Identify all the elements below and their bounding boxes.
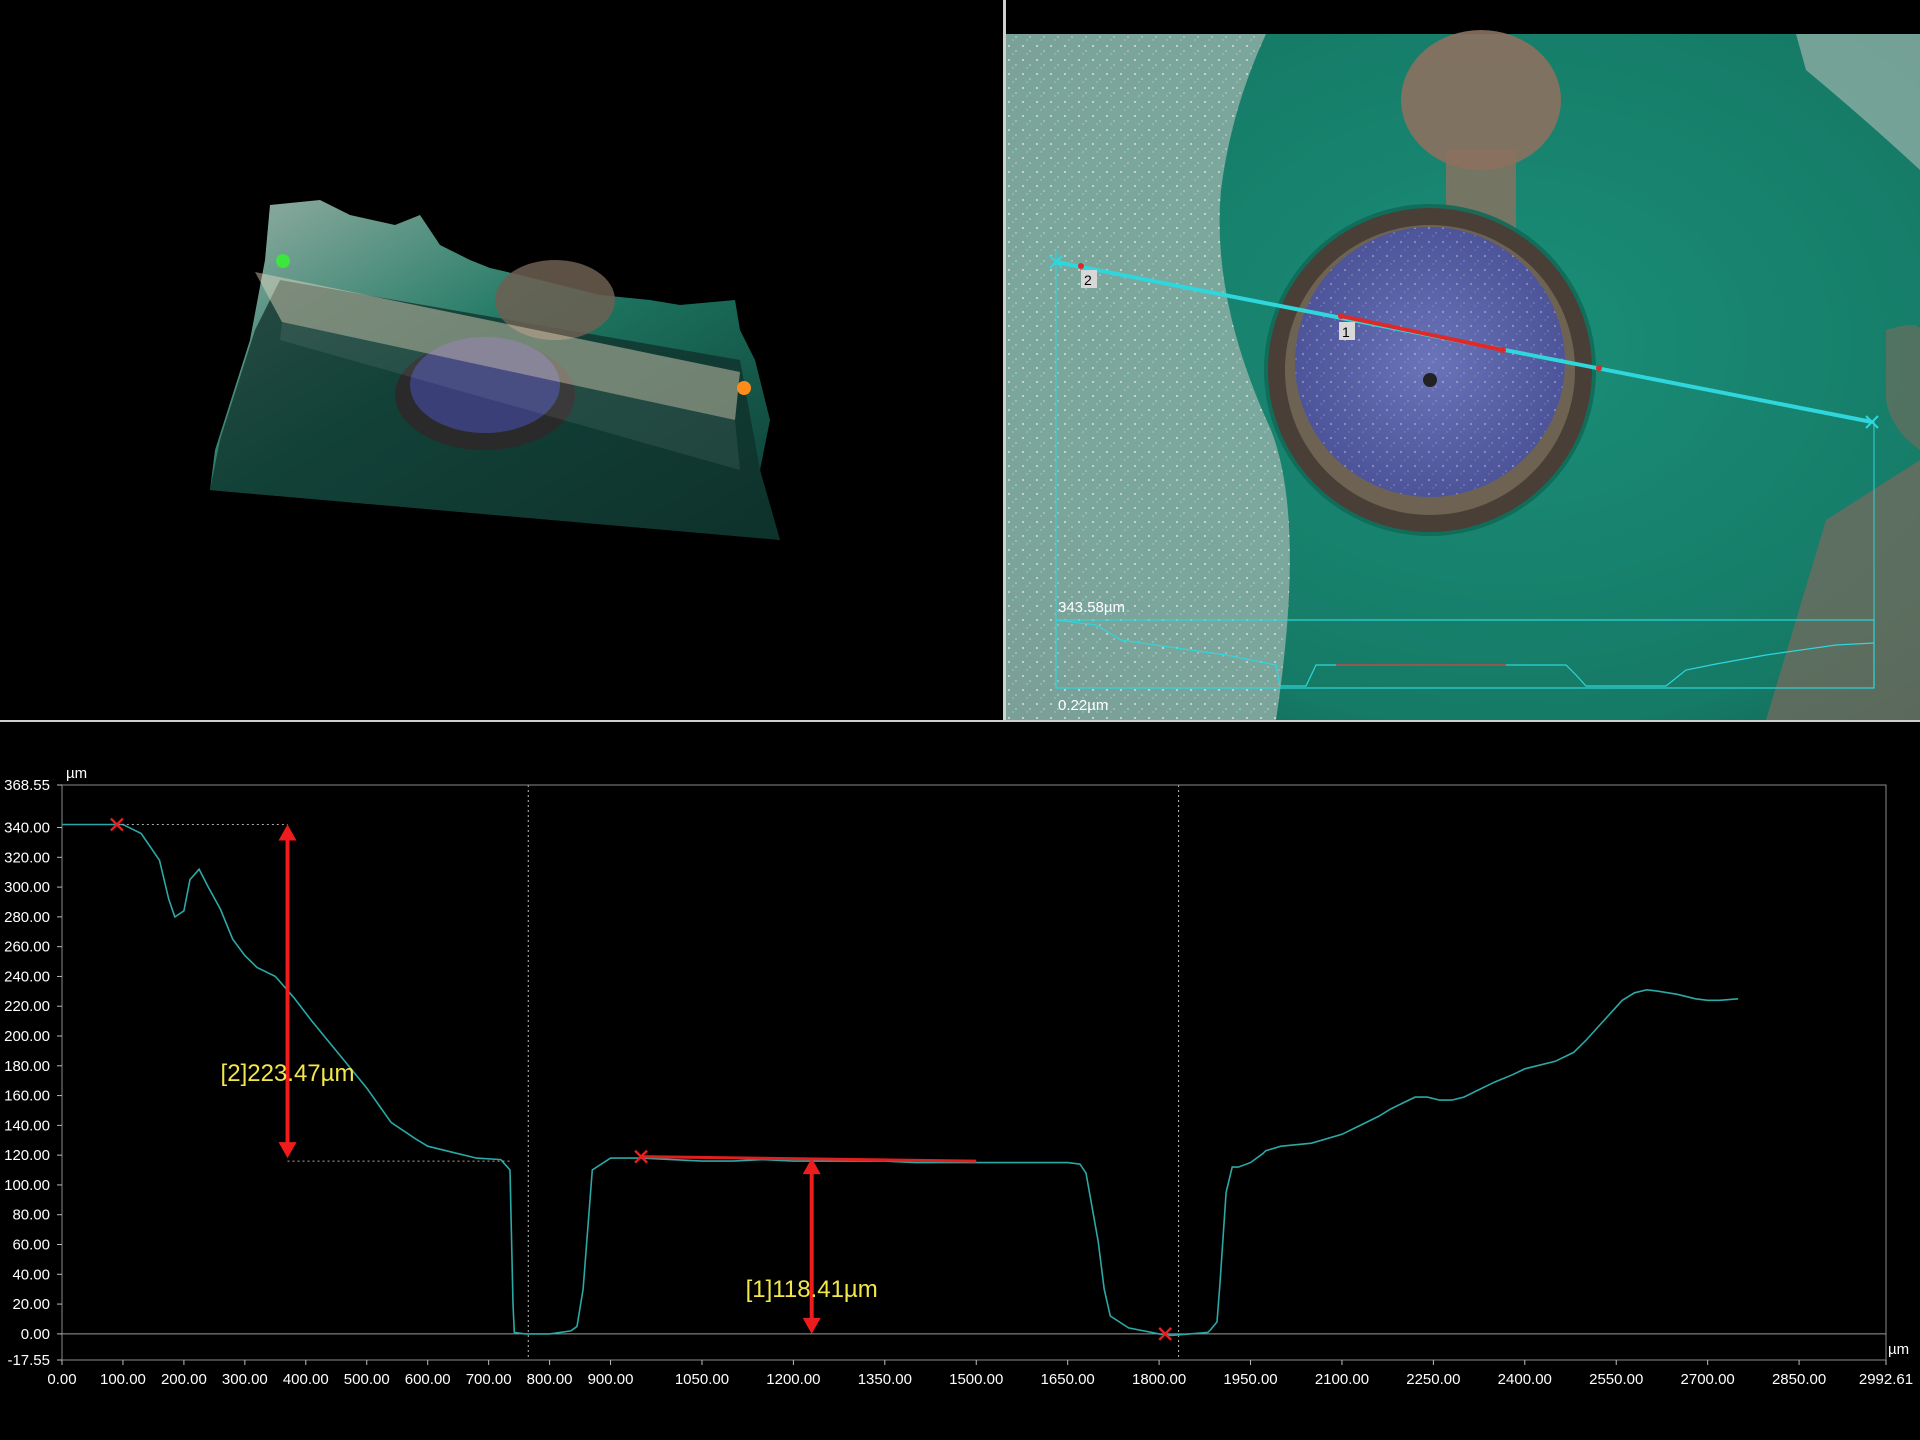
y-tick-label: 40.00 (12, 1266, 50, 1283)
y-tick-label: 240.00 (4, 968, 50, 985)
profile-inset-min-label: 0.22µm (1058, 697, 1108, 714)
y-tick-label: 120.00 (4, 1147, 50, 1164)
measure-value-label: [2]223.47µm (221, 1060, 355, 1087)
x-tick-label: 0.00 (47, 1371, 76, 1388)
profile-start-point[interactable] (276, 254, 290, 268)
x-tick-label: 1500.00 (949, 1371, 1003, 1388)
x-tick-label: 1800.00 (1132, 1371, 1186, 1388)
y-tick-label: 300.00 (4, 879, 50, 896)
optical-image[interactable]: 343.58µm 0.22µm 2 1 (1006, 0, 1920, 720)
y-tick-label: 220.00 (4, 998, 50, 1015)
point-1a-marker[interactable] (1338, 313, 1344, 319)
y-tick-label: 280.00 (4, 909, 50, 926)
x-tick-label: 2400.00 (1498, 1371, 1552, 1388)
y-tick-label: 160.00 (4, 1088, 50, 1105)
x-tick-label: 900.00 (588, 1371, 634, 1388)
y-axis-unit: µm (66, 765, 87, 782)
point-3-marker[interactable] (1596, 365, 1602, 371)
point-2-marker[interactable] (1078, 263, 1084, 269)
y-tick-label: 260.00 (4, 939, 50, 956)
x-tick-label: 1950.00 (1223, 1371, 1277, 1388)
y-tick-label: 20.00 (12, 1296, 50, 1313)
x-tick-label: 800.00 (527, 1371, 573, 1388)
x-tick-label: 200.00 (161, 1371, 207, 1388)
y-tick-label: 340.00 (4, 820, 50, 837)
point-1b-marker[interactable] (1500, 347, 1506, 353)
y-tick-label: 80.00 (12, 1207, 50, 1224)
x-axis-unit: µm (1888, 1341, 1909, 1358)
3d-view-panel[interactable] (0, 0, 1003, 720)
x-tick-label: 1650.00 (1041, 1371, 1095, 1388)
copper-pad-top (1401, 30, 1561, 170)
y-tick-label: -17.55 (7, 1352, 50, 1369)
x-tick-label: 2700.00 (1681, 1371, 1735, 1388)
x-tick-label: 400.00 (283, 1371, 329, 1388)
measure-arrow-head-up (278, 824, 297, 841)
profile-inset-max-label: 343.58µm (1058, 599, 1125, 616)
x-tick-label: 700.00 (466, 1371, 512, 1388)
x-tick-label: 300.00 (222, 1371, 268, 1388)
x-tick-label: 2850.00 (1772, 1371, 1826, 1388)
x-tick-label: 500.00 (344, 1371, 390, 1388)
measure-arrow-head-down (278, 1142, 297, 1159)
profile-chart[interactable]: 368.55 340.00 320.00 300.00 280.00 260.00 240.… (0, 722, 1920, 1440)
profile-chart-panel[interactable]: 368.55 340.00 320.00 300.00 280.00 260.00 240.… (0, 722, 1920, 1440)
y-tick-label: 100.00 (4, 1177, 50, 1194)
y-tick-label: 140.00 (4, 1117, 50, 1134)
x-tick-label: 2250.00 (1406, 1371, 1460, 1388)
y-tick-label: 320.00 (4, 849, 50, 866)
x-tick-label: 2550.00 (1589, 1371, 1643, 1388)
via-center-dot (1423, 373, 1437, 387)
y-tick-label: 180.00 (4, 1058, 50, 1075)
y-tick-label: 0.00 (21, 1326, 50, 1343)
3d-surface-render[interactable] (0, 0, 1003, 720)
x-tick-label: 600.00 (405, 1371, 451, 1388)
x-tick-label: 1200.00 (766, 1371, 820, 1388)
x-tick-label: 1050.00 (675, 1371, 729, 1388)
measure-value-label: [1]118.41µm (746, 1276, 878, 1303)
optical-image-panel[interactable]: 343.58µm 0.22µm 2 1 (1006, 0, 1920, 720)
profile-end-point[interactable] (737, 381, 751, 395)
label-2: 2 (1084, 272, 1092, 288)
label-1: 1 (1342, 324, 1350, 340)
y-tick-label: 60.00 (12, 1237, 50, 1254)
x-tick-label: 100.00 (100, 1371, 146, 1388)
y-tick-label: 200.00 (4, 1028, 50, 1045)
measure-arrow-head-down (802, 1317, 821, 1334)
x-tick-label: 2992.61 (1859, 1371, 1913, 1388)
y-tick-label: 368.55 (4, 777, 50, 794)
x-tick-label: 1350.00 (858, 1371, 912, 1388)
x-tick-label: 2100.00 (1315, 1371, 1369, 1388)
